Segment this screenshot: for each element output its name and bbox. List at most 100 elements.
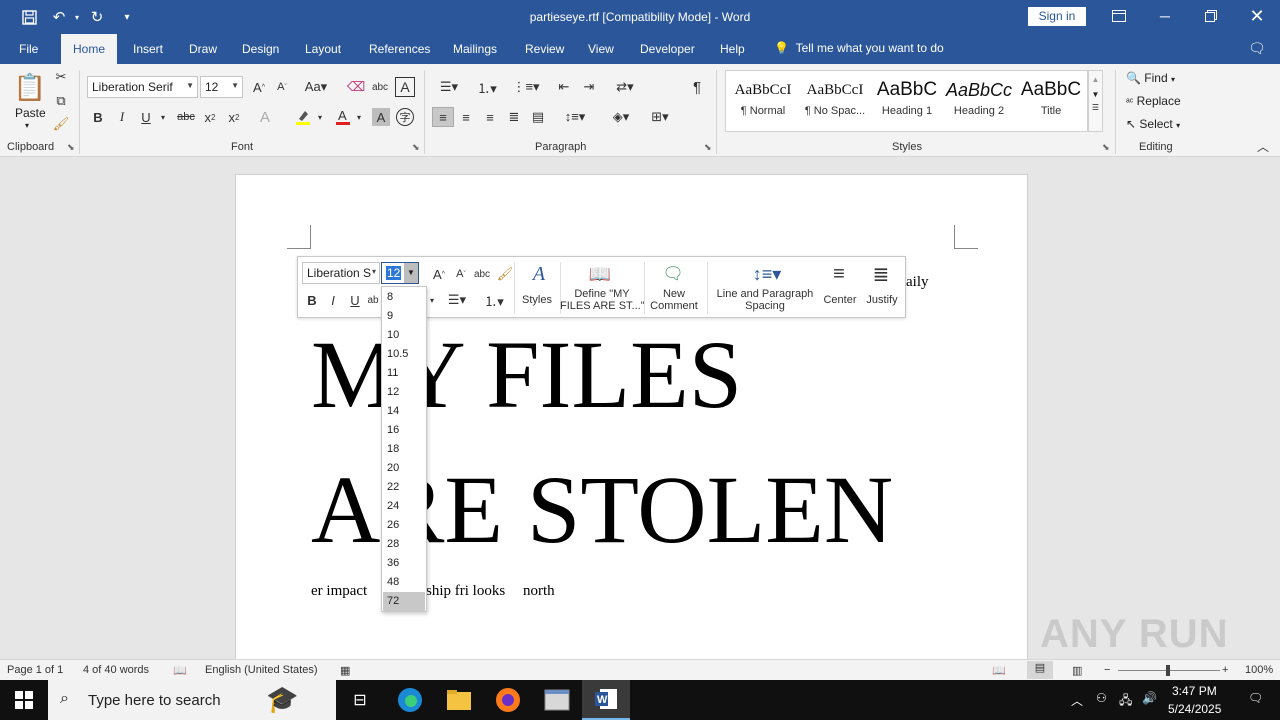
justify-icon[interactable]: ≣ bbox=[505, 108, 523, 126]
center-label[interactable]: Center bbox=[820, 294, 860, 306]
style-normal[interactable]: AaBbCcI ¶ Normal bbox=[727, 72, 799, 124]
font-size-option[interactable]: 10.5 bbox=[383, 345, 425, 364]
word-count[interactable]: 4 of 40 words bbox=[83, 664, 149, 676]
asian-layout-icon[interactable]: ⇄▾ bbox=[610, 78, 640, 96]
tab-design[interactable]: Design bbox=[242, 42, 279, 56]
font-size-option[interactable]: 24 bbox=[383, 497, 425, 516]
highlight-icon[interactable] bbox=[293, 108, 313, 126]
distributed-icon[interactable]: ▤ bbox=[529, 108, 547, 126]
minimize-button[interactable]: ─ bbox=[1142, 0, 1188, 32]
clear-formatting-icon[interactable]: ⌫ bbox=[347, 78, 365, 96]
mini-phonetic-icon[interactable]: abc bbox=[473, 265, 491, 283]
borders-icon[interactable]: ⊞▾ bbox=[645, 108, 675, 126]
ribbon-display-options-icon[interactable] bbox=[1096, 0, 1142, 32]
web-layout-icon[interactable]: ▥ bbox=[1072, 664, 1082, 677]
format-painter-icon[interactable]: 🖌 bbox=[52, 115, 70, 133]
character-shading-icon[interactable]: A bbox=[372, 108, 390, 126]
mini-styles-icon[interactable]: A bbox=[522, 261, 556, 287]
tab-layout[interactable]: Layout bbox=[305, 42, 341, 56]
define-icon[interactable]: 📖 bbox=[586, 261, 614, 287]
clipboard-launcher-icon[interactable]: ⬊ bbox=[67, 142, 75, 153]
tab-draw[interactable]: Draw bbox=[189, 42, 217, 56]
justify-icon[interactable]: ≣ bbox=[868, 261, 894, 287]
justify-label[interactable]: Justify bbox=[862, 294, 902, 306]
read-mode-icon[interactable]: 📖 bbox=[992, 664, 1006, 677]
print-layout-icon[interactable]: ▤ bbox=[1027, 661, 1053, 679]
language[interactable]: English (United States) bbox=[205, 664, 318, 676]
edge-icon[interactable] bbox=[386, 680, 434, 720]
comments-icon[interactable]: 🗨 bbox=[1248, 40, 1266, 57]
tab-references[interactable]: References bbox=[369, 42, 430, 56]
shrink-font-icon[interactable]: Aˇ bbox=[273, 78, 291, 96]
zoom-slider-thumb[interactable] bbox=[1166, 665, 1170, 676]
underline-icon[interactable]: U bbox=[137, 108, 155, 126]
strikethrough-icon[interactable]: abc bbox=[175, 108, 197, 126]
font-name-combo[interactable]: Liberation Serif ▼ bbox=[87, 76, 198, 98]
find-button[interactable]: 🔍 Find ▾ bbox=[1126, 71, 1175, 85]
show-hidden-icons-icon[interactable]: ︿ bbox=[1071, 692, 1083, 709]
text-effects-icon[interactable]: A bbox=[255, 108, 275, 126]
clock-date[interactable]: 5/24/2025 bbox=[1168, 702, 1221, 716]
paste-label[interactable]: Paste bbox=[15, 106, 46, 120]
tab-view[interactable]: View bbox=[588, 42, 614, 56]
style-title[interactable]: AaBbC Title bbox=[1015, 72, 1087, 124]
phonetic-guide-icon[interactable]: abc bbox=[371, 78, 389, 96]
styles-scroll-down-icon[interactable]: ▼ bbox=[1089, 90, 1102, 99]
font-size-option[interactable]: 16 bbox=[383, 421, 425, 440]
mini-grow-font-icon[interactable]: A ^ bbox=[430, 265, 448, 283]
bullets-icon[interactable]: ☰▾ bbox=[434, 78, 464, 96]
font-size-option[interactable]: 20 bbox=[383, 459, 425, 478]
line-spacing-icon[interactable]: ↕≡▾ bbox=[750, 261, 784, 287]
align-left-icon[interactable]: ≡ bbox=[432, 107, 454, 127]
highlight-dropdown-icon[interactable]: ▾ bbox=[315, 108, 325, 126]
close-button[interactable]: ✕ bbox=[1234, 0, 1280, 32]
superscript-icon[interactable]: x2 bbox=[225, 108, 243, 126]
collapse-ribbon-icon[interactable]: ︿ bbox=[1254, 138, 1272, 154]
style-heading-1[interactable]: AaBbC Heading 1 bbox=[871, 72, 943, 124]
mini-highlight-icon[interactable]: ab bbox=[366, 291, 380, 309]
font-size-option[interactable]: 8 bbox=[383, 288, 425, 307]
clock-time[interactable]: 3:47 PM bbox=[1172, 684, 1217, 698]
styles-launcher-icon[interactable]: ⬊ bbox=[1102, 142, 1110, 153]
font-size-option[interactable]: 22 bbox=[383, 478, 425, 497]
grow-font-icon[interactable]: A ^ bbox=[250, 78, 268, 96]
new-comment-icon[interactable]: 🗨 bbox=[660, 261, 686, 287]
font-color-icon[interactable]: A bbox=[333, 108, 353, 126]
tab-file[interactable]: File bbox=[19, 42, 38, 56]
line-spacing-icon[interactable]: ↕≡▾ bbox=[560, 108, 590, 126]
center-icon[interactable]: ≡ bbox=[826, 261, 852, 287]
tab-developer[interactable]: Developer bbox=[640, 42, 695, 56]
font-size-option[interactable]: 9 bbox=[383, 307, 425, 326]
font-size-option[interactable]: 12 bbox=[383, 383, 425, 402]
app-window-icon[interactable] bbox=[533, 680, 581, 720]
mini-numbering-icon[interactable]: ⒈▾ bbox=[478, 291, 510, 309]
font-size-option[interactable]: 48 bbox=[383, 573, 425, 592]
volume-icon[interactable]: 🔊 bbox=[1142, 691, 1157, 705]
zoom-in-icon[interactable]: + bbox=[1222, 664, 1228, 676]
underline-dropdown-icon[interactable]: ▾ bbox=[158, 108, 168, 126]
chevron-down-icon[interactable]: ▼ bbox=[404, 263, 418, 283]
zoom-out-icon[interactable]: − bbox=[1104, 664, 1110, 676]
zoom-level[interactable]: 100% bbox=[1245, 664, 1273, 676]
styles-more-icon[interactable]: ☰ bbox=[1089, 103, 1102, 112]
windows-start-icon[interactable] bbox=[0, 680, 48, 720]
font-size-combo[interactable]: 12 ▼ bbox=[200, 76, 243, 98]
font-size-option[interactable]: 18 bbox=[383, 440, 425, 459]
font-size-option[interactable]: 14 bbox=[383, 402, 425, 421]
multilevel-list-icon[interactable]: ⋮≡▾ bbox=[510, 78, 542, 96]
font-size-option[interactable]: 11 bbox=[383, 364, 425, 383]
increase-indent-icon[interactable]: ⇥ bbox=[580, 78, 598, 96]
define-label[interactable]: Define "MY FILES ARE ST..." bbox=[560, 288, 645, 312]
network-icon[interactable]: 🖧 bbox=[1119, 691, 1132, 712]
decrease-indent-icon[interactable]: ⇤ bbox=[555, 78, 573, 96]
select-button[interactable]: ↖ Select ▾ bbox=[1126, 117, 1180, 131]
show-formatting-marks-icon[interactable]: ¶ bbox=[688, 78, 706, 96]
paste-icon[interactable]: 📋 bbox=[14, 70, 46, 104]
style-no-spacing[interactable]: AaBbCcI ¶ No Spac... bbox=[799, 72, 871, 124]
font-size-option[interactable]: 36 bbox=[383, 554, 425, 573]
font-color-dropdown-icon[interactable]: ▾ bbox=[354, 108, 364, 126]
align-center-icon[interactable]: ≡ bbox=[457, 108, 475, 126]
file-explorer-icon[interactable] bbox=[435, 680, 483, 720]
subscript-icon[interactable]: x2 bbox=[201, 108, 219, 126]
sign-in-button[interactable]: Sign in bbox=[1028, 7, 1086, 26]
